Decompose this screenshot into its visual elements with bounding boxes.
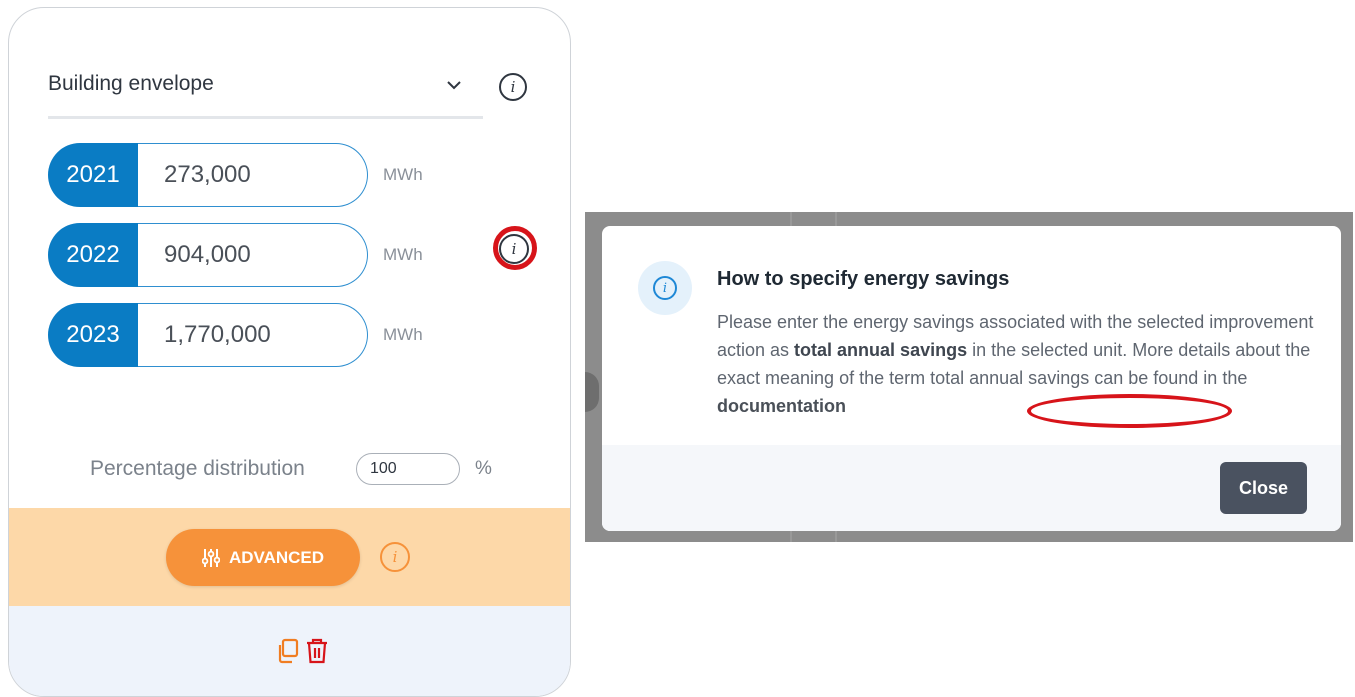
- advanced-label: ADVANCED: [228, 547, 325, 567]
- year-label: 2022: [48, 223, 138, 287]
- percentage-distribution: Percentage distribution 100 %: [9, 453, 570, 489]
- percentage-label: Percentage distribution: [90, 457, 305, 480]
- percentage-input[interactable]: 100: [356, 453, 460, 485]
- savings-input-2023[interactable]: 1,770,000: [138, 303, 368, 367]
- backdrop-handle: [585, 372, 599, 412]
- close-button[interactable]: Close: [1220, 462, 1307, 514]
- savings-input-2022[interactable]: 904,000: [138, 223, 368, 287]
- info-dialog: i How to specify energy savings Please e…: [602, 226, 1341, 531]
- highlight-ring: [493, 226, 537, 270]
- advanced-button[interactable]: ADVANCED: [166, 529, 360, 586]
- savings-input-2021[interactable]: 273,000: [138, 143, 368, 207]
- improvement-action-card: Building envelope i 2021 273,000 MWh 202…: [8, 7, 571, 697]
- category-selector[interactable]: Building envelope i: [9, 8, 570, 128]
- dialog-body: Please enter the energy savings associat…: [717, 308, 1317, 420]
- trash-icon[interactable]: [305, 638, 329, 664]
- year-label: 2023: [48, 303, 138, 367]
- card-actions: [9, 606, 570, 696]
- year-label: 2021: [48, 143, 138, 207]
- advanced-section: ADVANCED i: [9, 508, 570, 606]
- highlight-ring: [1027, 394, 1232, 428]
- category-select-value[interactable]: Building envelope: [48, 72, 214, 96]
- savings-row-2021: 2021 273,000 MWh: [48, 143, 548, 209]
- sliders-icon: [201, 548, 220, 567]
- savings-row-2022: 2022 904,000 MWh i: [48, 223, 548, 289]
- unit-label: MWh: [383, 165, 423, 184]
- category-underline: [48, 116, 483, 119]
- documentation-link[interactable]: documentation: [717, 396, 846, 416]
- advanced-info-icon[interactable]: i: [380, 542, 410, 572]
- savings-row-2023: 2023 1,770,000 MWh: [48, 303, 548, 369]
- unit-label: MWh: [383, 245, 423, 264]
- dialog-title: How to specify energy savings: [717, 268, 1010, 290]
- percent-symbol: %: [475, 458, 492, 479]
- dialog-footer: Close: [602, 445, 1341, 531]
- chevron-down-icon[interactable]: [443, 74, 465, 96]
- info-icon[interactable]: i: [499, 73, 527, 101]
- dialog-info-icon: i: [638, 261, 692, 315]
- body-bold-text: total annual savings: [794, 340, 968, 360]
- copy-icon[interactable]: [276, 638, 300, 664]
- unit-label: MWh: [383, 325, 423, 344]
